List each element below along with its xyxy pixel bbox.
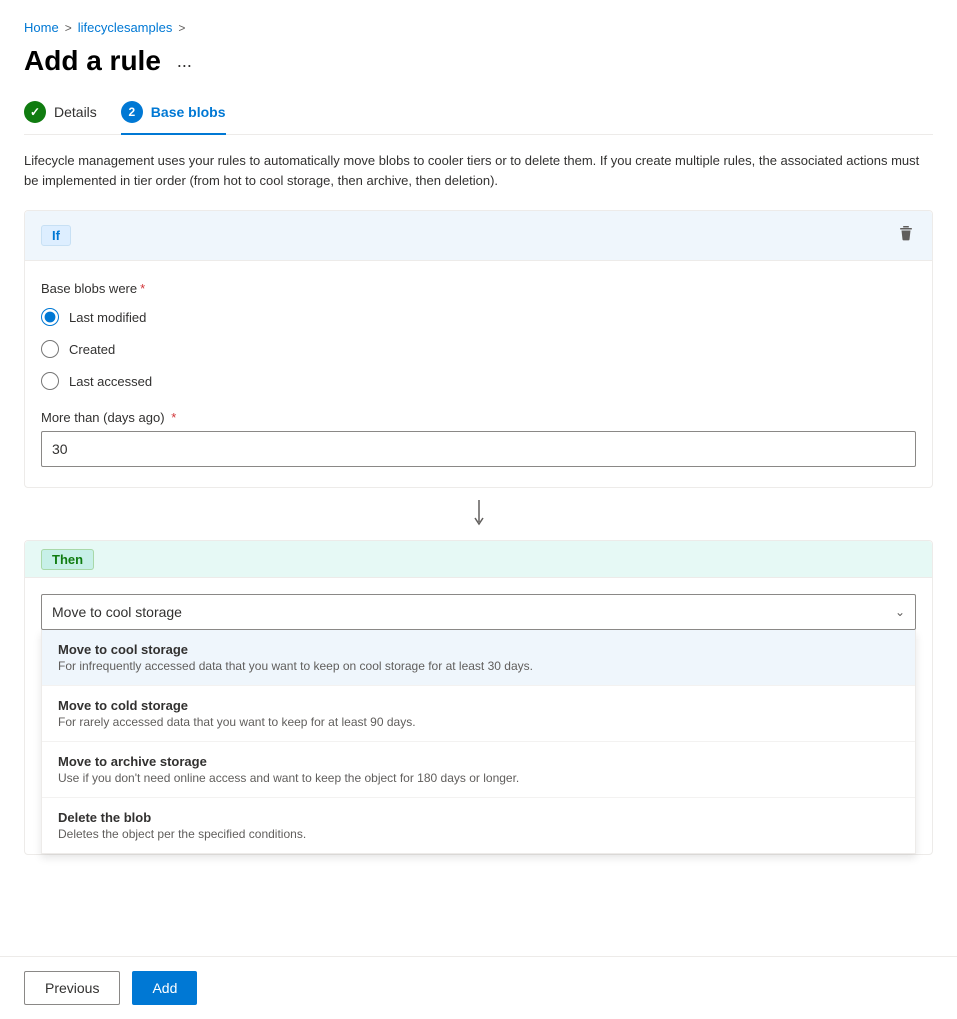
then-card: Then Move to cool storage ⌄ Move to cool… [24,540,933,855]
breadcrumb: Home > lifecyclesamples > [24,20,933,35]
dropdown-option-archive[interactable]: Move to archive storage Use if you don't… [42,742,915,798]
chevron-down-icon: ⌄ [895,605,905,619]
if-card-body: Base blobs were* Last modified Created L… [25,261,932,487]
arrow-connector [24,488,933,540]
page-title: Add a rule [24,45,161,77]
option-cool-desc: For infrequently accessed data that you … [58,659,899,673]
option-cold-title: Move to cold storage [58,698,899,713]
radio-created-label: Created [69,342,115,357]
if-card: If Base blobs were* Last modified Create… [24,210,933,488]
radio-created-input[interactable] [41,340,59,358]
dropdown-selected-label: Move to cool storage [52,604,182,620]
more-options-button[interactable]: ... [171,49,198,74]
if-card-header: If [25,211,932,261]
radio-last-modified-input[interactable] [41,308,59,326]
radio-last-accessed-input[interactable] [41,372,59,390]
required-marker: * [140,281,145,296]
if-delete-button[interactable] [896,223,916,248]
breadcrumb-sep-1: > [65,21,72,35]
dropdown-option-cold[interactable]: Move to cold storage For rarely accessed… [42,686,915,742]
radio-last-accessed[interactable]: Last accessed [41,372,916,390]
days-required: * [168,410,177,425]
option-cool-title: Move to cool storage [58,642,899,657]
footer: Previous Add [0,956,957,1019]
breadcrumb-sep-2: > [178,21,185,35]
if-tag: If [41,225,71,246]
description-text: Lifecycle management uses your rules to … [24,151,933,190]
option-archive-title: Move to archive storage [58,754,899,769]
option-delete-desc: Deletes the object per the specified con… [58,827,899,841]
tab-details-label: Details [54,104,97,120]
dropdown-option-cool[interactable]: Move to cool storage For infrequently ac… [42,630,915,686]
radio-group: Last modified Created Last accessed [41,308,916,390]
page-title-row: Add a rule ... [24,45,933,77]
dropdown-menu: Move to cool storage For infrequently ac… [41,630,916,854]
tabs-container: ✓ Details 2 Base blobs [24,101,933,135]
then-tag: Then [41,549,94,570]
then-card-header: Then [25,541,932,578]
tab-base-blobs[interactable]: 2 Base blobs [121,101,226,135]
breadcrumb-home[interactable]: Home [24,20,59,35]
tab-details[interactable]: ✓ Details [24,101,97,135]
tab-base-blobs-label: Base blobs [151,104,226,120]
option-delete-title: Delete the blob [58,810,899,825]
base-blobs-label: Base blobs were* [41,281,916,296]
add-button[interactable]: Add [132,971,197,1005]
days-label: More than (days ago) * [41,410,916,425]
option-cold-desc: For rarely accessed data that you want t… [58,715,899,729]
tab-details-badge: ✓ [24,101,46,123]
radio-last-modified[interactable]: Last modified [41,308,916,326]
dropdown-option-delete[interactable]: Delete the blob Deletes the object per t… [42,798,915,853]
action-dropdown-wrapper: Move to cool storage ⌄ [41,594,916,630]
tab-base-blobs-badge: 2 [121,101,143,123]
then-card-body: Move to cool storage ⌄ Move to cool stor… [25,578,932,854]
radio-last-modified-label: Last modified [69,310,146,325]
action-dropdown[interactable]: Move to cool storage ⌄ [41,594,916,630]
days-input[interactable] [41,431,916,467]
breadcrumb-section[interactable]: lifecyclesamples [78,20,173,35]
previous-button[interactable]: Previous [24,971,120,1005]
radio-last-accessed-label: Last accessed [69,374,152,389]
radio-created[interactable]: Created [41,340,916,358]
option-archive-desc: Use if you don't need online access and … [58,771,899,785]
